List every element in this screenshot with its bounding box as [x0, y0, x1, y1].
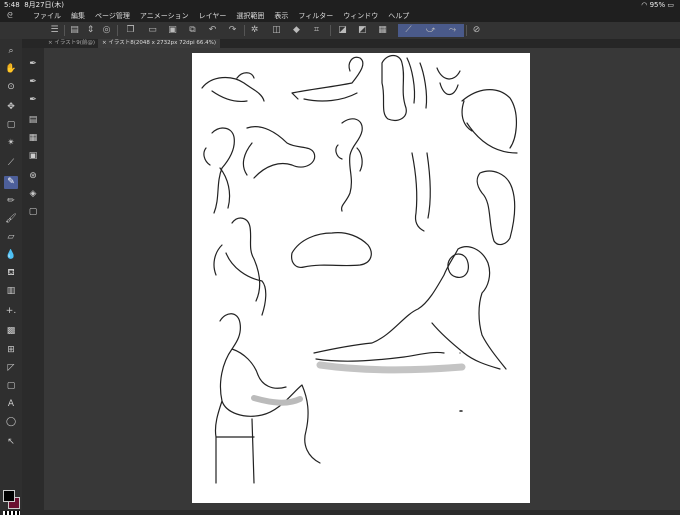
- gesture-sketches: [201, 54, 518, 484]
- stroke-curve-icon[interactable]: ⤻: [424, 24, 437, 37]
- transparent-color-swatch[interactable]: [3, 511, 20, 515]
- figure-icon[interactable]: ▢: [4, 380, 18, 393]
- menu-selection[interactable]: 選択範囲: [231, 10, 269, 22]
- menu-bar: ᘓ ファイル 編集 ページ管理 アニメーション レイヤー 選択範囲 表示 フィル…: [0, 10, 680, 22]
- sub-tool-pen-b-icon[interactable]: ✒: [26, 76, 40, 89]
- menu-file[interactable]: ファイル: [28, 10, 66, 22]
- eyedropper-icon[interactable]: ⟋: [4, 157, 18, 170]
- battery-label: 95%: [649, 1, 666, 9]
- command-bar: ☰ ▤ ⇕ ◎ ❐ ▭ ▣ ⧉ ↶ ↷ ✲ ◫ ◆ ⌗ ◪ ◩ ▦ ⟋ ⤻ ⤳ …: [0, 22, 680, 40]
- sub-tool-pen-a-icon[interactable]: ✒: [26, 58, 40, 71]
- save-icon[interactable]: ▣: [166, 24, 179, 37]
- menu-filter[interactable]: フィルター: [293, 10, 338, 22]
- export-icon[interactable]: ⧉: [186, 24, 199, 37]
- menu-view[interactable]: 表示: [269, 10, 293, 22]
- battery-icon: ▭: [667, 1, 674, 9]
- blend-icon[interactable]: 💧: [4, 249, 18, 262]
- rect-select-icon[interactable]: ▢: [4, 119, 18, 132]
- ruler-icon[interactable]: ⊘: [470, 24, 483, 37]
- tab-illust-9[interactable]: × イラスト9(前@): [44, 39, 99, 48]
- foreground-color-swatch[interactable]: [3, 490, 15, 502]
- status-battery: ◠ 95% ▭: [641, 0, 674, 10]
- menu-window[interactable]: ウィンドウ: [338, 10, 383, 22]
- open-folder-icon[interactable]: ▭: [146, 24, 159, 37]
- menu-layer[interactable]: レイヤー: [194, 10, 232, 22]
- tab-illust-8[interactable]: × イラスト8(2048 x 2732px 72dpi 66.4%): [98, 39, 221, 48]
- lasso-select-icon[interactable]: ⊙: [4, 81, 18, 94]
- app-logo-icon[interactable]: ᘓ: [4, 11, 16, 21]
- menu-help[interactable]: ヘルプ: [383, 10, 414, 22]
- sub-tool-info-icon[interactable]: ▢: [26, 206, 40, 219]
- transform-icon[interactable]: ⌗: [310, 24, 323, 37]
- fill-bucket-icon[interactable]: ⛾: [4, 267, 18, 280]
- sub-tool-layer-b-icon[interactable]: ▦: [26, 132, 40, 145]
- drawing-canvas[interactable]: [192, 53, 530, 503]
- undo-icon[interactable]: ↶: [206, 24, 219, 37]
- menu-page[interactable]: ページ管理: [90, 10, 135, 22]
- sub-tool-layer-a-icon[interactable]: ▤: [26, 114, 40, 127]
- pencil-icon[interactable]: ✏: [4, 195, 18, 208]
- balloon-icon[interactable]: ◯: [4, 416, 18, 429]
- hamburger-icon[interactable]: ☰: [48, 24, 61, 37]
- invert-selection-icon[interactable]: ◫: [270, 24, 283, 37]
- gradient-icon[interactable]: ▥: [4, 285, 18, 298]
- zoom-icon[interactable]: ⌕: [4, 45, 18, 58]
- gradation-icon[interactable]: ▩: [4, 325, 18, 338]
- tool-palette: ⌕ ✋ ⊙ ✥ ▢ ✴ ⟋ ✎ ✏ 🖌 ▱ 💧 ⛾ ▥ +. ▩ ⊞ ◸ ▢ A…: [0, 39, 22, 515]
- sub-tool-stack-icon[interactable]: ◈: [26, 188, 40, 201]
- disabled-tool-icon[interactable]: ◪: [336, 24, 349, 37]
- ruler-tool-icon[interactable]: ◸: [4, 362, 18, 375]
- new-file-icon[interactable]: ▤: [68, 24, 81, 37]
- move-icon[interactable]: ✥: [4, 101, 18, 114]
- text-icon[interactable]: A: [4, 398, 18, 411]
- sub-tool-layer-c-icon[interactable]: ▣: [26, 150, 40, 163]
- sub-tool-palette-icon[interactable]: ⊛: [26, 170, 40, 183]
- disabled-tool-3-icon[interactable]: ▦: [376, 24, 389, 37]
- menu-animation[interactable]: アニメーション: [135, 10, 194, 22]
- menu-edit[interactable]: 編集: [66, 10, 90, 22]
- status-time-date: 5:48 8月27日(木): [4, 1, 65, 9]
- redo-icon[interactable]: ↷: [226, 24, 239, 37]
- updown-icon[interactable]: ⇕: [84, 24, 97, 37]
- pen-icon[interactable]: ✎: [4, 176, 18, 189]
- hand-icon[interactable]: ✋: [4, 63, 18, 76]
- frame-icon[interactable]: ⊞: [4, 344, 18, 357]
- sub-tool-palette: ⊗ ✒ ✒ ✒ ▤ ▦ ▣ ⊛ ◈ ▢: [22, 40, 44, 228]
- settings-icon[interactable]: ◎: [100, 24, 113, 37]
- brush-icon[interactable]: 🖌: [4, 213, 18, 226]
- copy-icon[interactable]: ❐: [124, 24, 137, 37]
- stroke-pressure-icon[interactable]: ⤳: [446, 24, 459, 37]
- fill-icon[interactable]: ◆: [290, 24, 303, 37]
- document-tabs: × イラスト9(前@) × イラスト8(2048 x 2732px 72dpi …: [22, 39, 680, 48]
- ios-status-bar: 5:48 8月27日(木) ◠ 95% ▭: [0, 0, 680, 10]
- disabled-tool-2-icon[interactable]: ◩: [356, 24, 369, 37]
- sparkle-icon[interactable]: +.: [4, 305, 18, 318]
- select-clear-icon[interactable]: ✲: [248, 24, 261, 37]
- correction-icon[interactable]: ↖: [4, 436, 18, 449]
- wifi-icon: ◠: [641, 1, 648, 9]
- magic-wand-icon[interactable]: ✴: [4, 137, 18, 150]
- stroke-line-icon[interactable]: ⟋: [402, 24, 415, 37]
- sub-tool-pen-c-icon[interactable]: ✒: [26, 94, 40, 107]
- eraser-icon[interactable]: ▱: [4, 231, 18, 244]
